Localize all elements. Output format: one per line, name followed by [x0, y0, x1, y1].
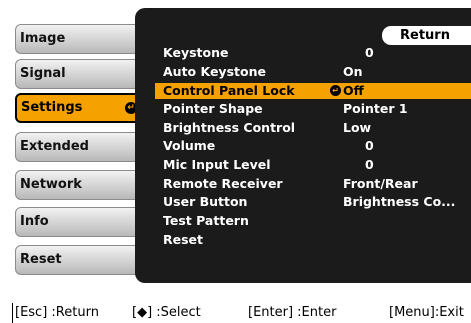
row-value: On — [343, 64, 363, 79]
return-label: Return — [400, 28, 450, 43]
menu-row-control-panel-lock[interactable]: Control Panel Lock ↵ Off — [155, 83, 471, 99]
row-value: Brightness Co... — [343, 194, 456, 209]
row-label: Control Panel Lock — [163, 83, 295, 98]
menu-row-user-button[interactable]: User Button Brightness Co... — [155, 194, 471, 210]
menu-hint: [Menu]:Exit — [389, 305, 464, 320]
row-label: Pointer Shape — [163, 101, 263, 116]
row-value: Pointer 1 — [343, 101, 408, 116]
row-value: Low — [343, 120, 372, 135]
sidebar-item-network[interactable]: Network — [15, 170, 145, 200]
enter-icon: ↵ — [330, 85, 341, 96]
sidebar-item-label: Info — [20, 214, 49, 229]
sidebar-item-extended[interactable]: Extended — [15, 132, 145, 162]
select-hint: [◆] :Select — [132, 305, 201, 320]
row-value: 0 — [365, 157, 374, 172]
menu-row-keystone[interactable]: Keystone 0 — [155, 45, 471, 61]
esc-hint: [Esc] :Return — [15, 305, 99, 320]
return-button[interactable]: Return — [382, 26, 471, 45]
sidebar-item-label: Signal — [20, 66, 66, 81]
sidebar-item-info[interactable]: Info — [15, 207, 145, 237]
menu-row-remote-receiver[interactable]: Remote Receiver Front/Rear — [155, 176, 471, 192]
row-label: Reset — [163, 232, 203, 247]
row-label: Mic Input Level — [163, 157, 271, 172]
menu-row-mic-input-level[interactable]: Mic Input Level 0 — [155, 157, 471, 173]
row-label: Auto Keystone — [163, 64, 266, 79]
key-guide-bar: [Esc] :Return [◆] :Select [Enter] :Enter… — [12, 303, 471, 323]
sidebar-item-label: Image — [20, 31, 66, 46]
row-label: Brightness Control — [163, 120, 296, 135]
row-value: 0 — [365, 45, 374, 60]
row-value: 0 — [365, 138, 374, 153]
row-label: User Button — [163, 194, 248, 209]
sidebar-item-image[interactable]: Image — [15, 24, 145, 54]
sidebar-item-settings[interactable]: Settings ↵ — [15, 93, 145, 123]
menu-row-volume[interactable]: Volume 0 — [155, 138, 471, 154]
menu-row-reset[interactable]: Reset — [155, 232, 471, 248]
menu-row-brightness-control[interactable]: Brightness Control Low — [155, 120, 471, 136]
sidebar-item-label: Reset — [20, 252, 62, 267]
sidebar-item-label: Extended — [20, 139, 89, 154]
row-label: Test Pattern — [163, 213, 249, 228]
sidebar-item-reset[interactable]: Reset — [15, 245, 145, 275]
enter-hint: [Enter] :Enter — [248, 305, 337, 320]
row-value: Front/Rear — [343, 176, 418, 191]
sidebar-item-label: Network — [20, 177, 82, 192]
row-value: Off — [343, 83, 364, 98]
sidebar-item-signal[interactable]: Signal — [15, 59, 145, 89]
sidebar-item-label: Settings — [21, 100, 83, 115]
row-label: Keystone — [163, 45, 229, 60]
menu-row-pointer-shape[interactable]: Pointer Shape Pointer 1 — [155, 101, 471, 117]
row-label: Remote Receiver — [163, 176, 283, 191]
category-sidebar: Image Signal Settings ↵ Extended Network … — [0, 0, 148, 290]
menu-row-auto-keystone[interactable]: Auto Keystone On — [155, 64, 471, 80]
menu-row-test-pattern[interactable]: Test Pattern — [155, 213, 471, 229]
row-label: Volume — [163, 138, 216, 153]
